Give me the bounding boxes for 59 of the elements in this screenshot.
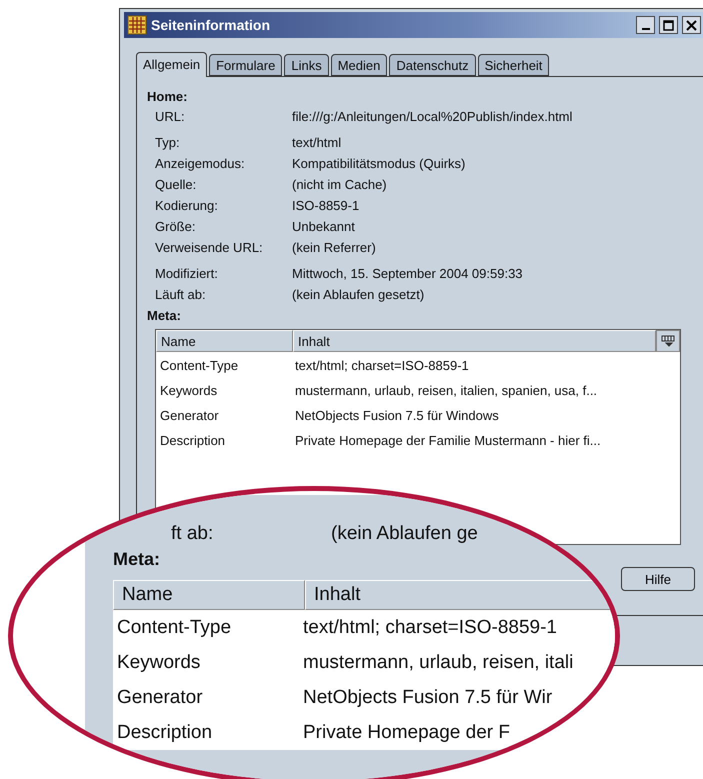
table-cell-text: Description (116, 722, 214, 744)
field-value: (nicht im Cache) (292, 177, 387, 192)
field-label: Typ: (155, 135, 181, 150)
help-button[interactable]: Hilfe (621, 567, 695, 591)
tab[interactable]: Links (284, 54, 329, 76)
table-cell-text: Generator (116, 686, 204, 708)
tab[interactable]: Datenschutz (389, 54, 476, 76)
tab[interactable]: Allgemein (136, 52, 208, 77)
table-cell-text: Content-Type (116, 616, 232, 638)
column-header: Name (113, 580, 305, 610)
minimize-icon (642, 28, 650, 30)
table-cell-text: text/html; charset=ISO-8859-1 (294, 358, 469, 373)
field-value: (kein Ablaufen ge (331, 523, 478, 545)
maximize-icon (663, 20, 674, 30)
table-cell-text: NetObjects Fusion 7.5 für Wir (302, 686, 552, 708)
column-header[interactable]: Name (156, 330, 293, 352)
minimize-button[interactable] (636, 16, 655, 34)
field-value: file:///g:/Anleitungen/Local%20Publish/index.html (292, 109, 572, 124)
table-cell-text: Private Homepage der F (302, 722, 510, 744)
table-cell-text: mustermann, urlaub, reisen, itali (302, 652, 574, 674)
table-cell-text: Private Homepage der Familie Mustermann - hier fi... (294, 433, 601, 448)
app-icon (127, 15, 147, 35)
close-button[interactable] (682, 16, 701, 34)
field-label: Modifiziert: (155, 266, 219, 281)
field-label: ft ab: (171, 523, 214, 545)
field-value: text/html (292, 135, 342, 150)
section-heading: Home: (147, 89, 188, 104)
tab[interactable]: Medien (330, 54, 388, 76)
field-label: Quelle: (155, 177, 198, 192)
table-cell-text: Keywords (116, 652, 202, 674)
field-value: (kein Referrer) (292, 240, 376, 255)
field-label: Verweisende URL: (155, 240, 264, 255)
table-cell-text: text/html; charset=ISO-8859-1 (302, 616, 557, 638)
field-label: URL: (155, 109, 186, 124)
field-label: Läuft ab: (155, 287, 207, 302)
section-heading: Meta: (113, 549, 162, 570)
close-icon (686, 20, 697, 30)
field-value: (kein Ablaufen gesetzt) (292, 287, 424, 302)
column-picker-button[interactable] (656, 330, 680, 352)
table-cell-text: mustermann, urlaub, reisen, italien, spanien, usa, f... (294, 383, 598, 398)
field-value: Kompatibilitätsmodus (Quirks) (292, 156, 466, 171)
field-value: Unbekannt (292, 219, 355, 234)
table-cell-text: Content-Type (159, 358, 240, 373)
window-title: Seiteninformation (151, 17, 272, 33)
table-cell-text: Description (159, 433, 226, 448)
table-cell-text: Generator (159, 408, 220, 423)
column-header[interactable]: Inhalt (293, 330, 656, 352)
section-heading: Meta: (147, 308, 182, 323)
field-value: Mittwoch, 15. September 2004 09:59:33 (292, 266, 523, 281)
field-label: Kodierung: (155, 198, 219, 213)
maximize-button[interactable] (659, 16, 678, 34)
field-value: ISO-8859-1 (292, 198, 360, 213)
tab[interactable]: Sicherheit (478, 54, 550, 76)
tab[interactable]: Formulare (209, 54, 282, 76)
field-label: Größe: (155, 219, 196, 234)
column-picker-icon (661, 335, 675, 347)
field-label: Anzeigemodus: (155, 156, 246, 171)
table-cell-text: Keywords (159, 383, 218, 398)
table-cell-text: NetObjects Fusion 7.5 für Windows (294, 408, 499, 423)
